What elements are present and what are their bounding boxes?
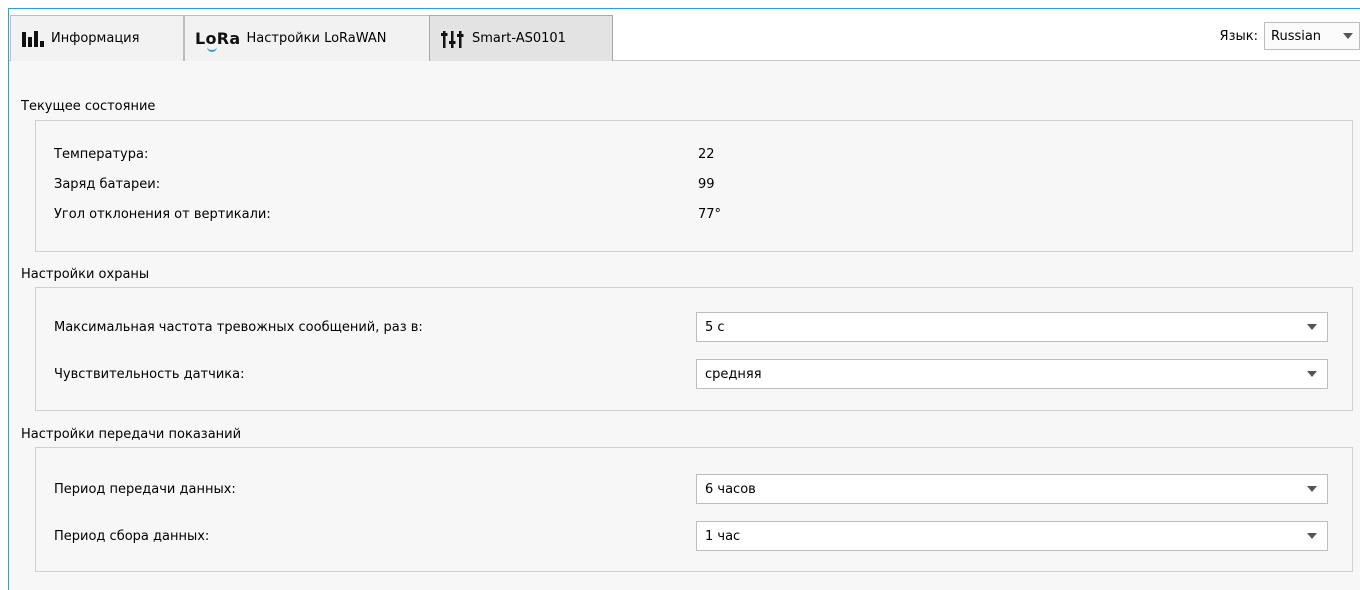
temperature-label: Температура: xyxy=(54,147,149,162)
tab-information-label: Информация xyxy=(51,31,140,46)
collect-period-value: 1 час xyxy=(705,528,741,544)
chevron-down-icon xyxy=(1307,486,1317,492)
transmit-period-value: 6 часов xyxy=(705,481,756,497)
battery-value: 99 xyxy=(698,177,715,192)
tilt-angle-value: 77° xyxy=(698,207,722,222)
tab-lorawan-settings-label: Настройки LoRaWAN xyxy=(246,31,387,46)
tab-device-settings-label: Smart-AS0101 xyxy=(472,31,566,46)
tab-information[interactable]: Информация xyxy=(10,15,184,61)
chevron-down-icon xyxy=(1307,533,1317,539)
language-value: Russian xyxy=(1271,28,1322,44)
tab-lorawan-settings[interactable]: LoRa Настройки LoRaWAN xyxy=(184,15,430,61)
sensitivity-value: средняя xyxy=(705,366,762,382)
collect-period-dropdown[interactable]: 1 час xyxy=(696,521,1328,551)
transmission-section-title: Настройки передачи показаний xyxy=(21,427,242,442)
tilt-angle-label: Угол отклонения от вертикали: xyxy=(54,207,271,222)
sensitivity-label: Чувствительность датчика: xyxy=(54,367,245,382)
alarm-frequency-value: 5 с xyxy=(705,319,725,335)
chevron-down-icon xyxy=(1307,371,1317,377)
language-selector: Язык: Russian xyxy=(1220,22,1360,50)
tab-device-settings[interactable]: Smart-AS0101 xyxy=(429,15,613,61)
bar-chart-icon xyxy=(21,30,45,48)
collect-period-label: Период сбора данных: xyxy=(54,529,210,544)
tab-bar: Информация LoRa Настройки LoRaWAN Smart-… xyxy=(9,9,1360,61)
language-dropdown[interactable]: Russian xyxy=(1264,22,1360,50)
alarm-frequency-dropdown[interactable]: 5 с xyxy=(696,312,1328,342)
status-group: Температура: 22 Заряд батареи: 99 Угол о… xyxy=(35,120,1353,252)
lora-icon: LoRa xyxy=(195,29,241,52)
transmission-group: Период передачи данных: 6 часов Период с… xyxy=(35,447,1353,572)
sliders-icon xyxy=(440,29,466,49)
status-section-title: Текущее состояние xyxy=(21,99,156,114)
security-group: Максимальная частота тревожных сообщений… xyxy=(35,287,1353,411)
temperature-value: 22 xyxy=(698,147,715,162)
app-window: Информация LoRa Настройки LoRaWAN Smart-… xyxy=(8,8,1360,590)
chevron-down-icon xyxy=(1343,33,1353,39)
transmit-period-dropdown[interactable]: 6 часов xyxy=(696,474,1328,504)
language-label: Язык: xyxy=(1219,28,1258,44)
battery-label: Заряд батареи: xyxy=(54,177,161,192)
security-section-title: Настройки охраны xyxy=(21,267,150,282)
transmit-period-label: Период передачи данных: xyxy=(54,482,236,497)
alarm-frequency-label: Максимальная частота тревожных сообщений… xyxy=(54,320,423,335)
sensitivity-dropdown[interactable]: средняя xyxy=(696,359,1328,389)
chevron-down-icon xyxy=(1307,324,1317,330)
